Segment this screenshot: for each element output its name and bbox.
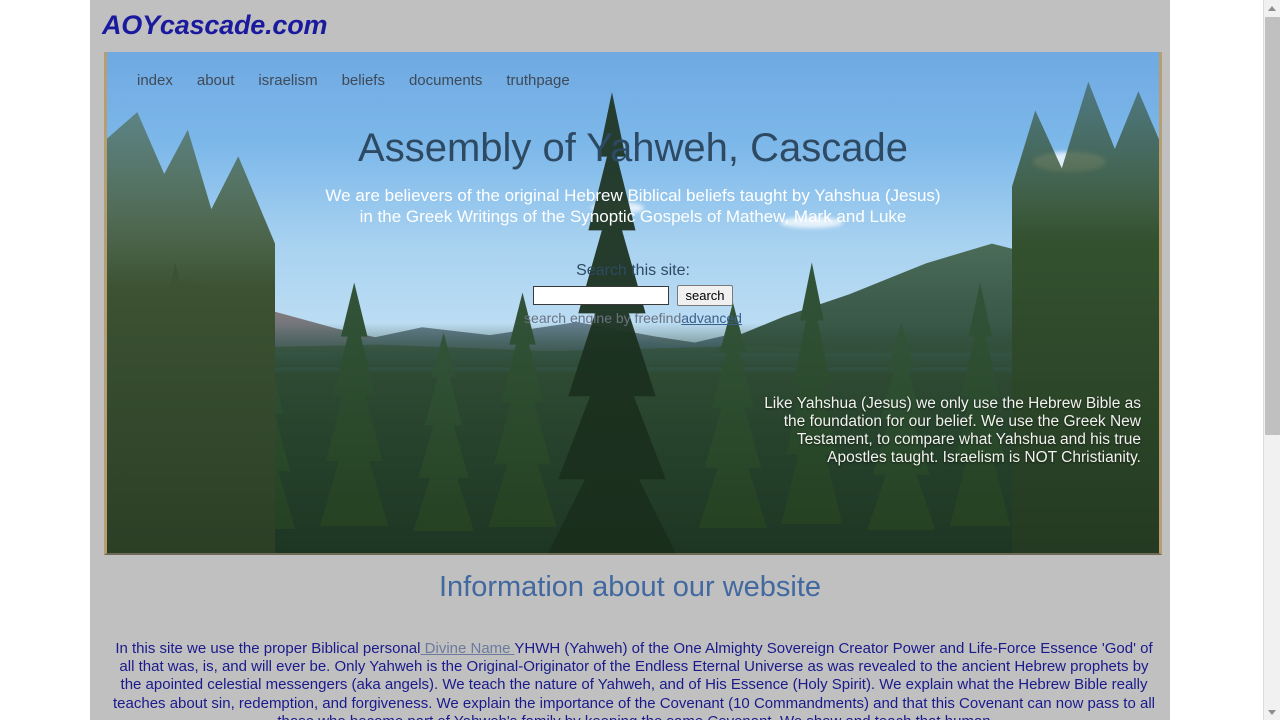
browser-viewport: AOYcascade.com index about israelism bel… (0, 0, 1280, 720)
nav-item-beliefs[interactable]: beliefs (342, 72, 409, 89)
nav-item-index[interactable]: index (121, 72, 197, 89)
vertical-scrollbar[interactable] (1263, 0, 1280, 720)
nav-item-about[interactable]: about (197, 72, 259, 89)
hero-banner: index about israelism beliefs documents … (104, 52, 1162, 555)
search-label: Search this site: (576, 262, 690, 279)
scroll-up-button[interactable] (1264, 0, 1280, 16)
divine-name-link[interactable]: Divine Name (420, 640, 514, 657)
main-navigation: index about israelism beliefs documents … (121, 72, 594, 89)
search-button[interactable]: search (677, 285, 733, 306)
triangle-down-icon (1268, 709, 1276, 715)
hero-title: Assembly of Yahweh, Cascade (358, 126, 908, 170)
nav-item-israelism[interactable]: israelism (258, 72, 341, 89)
hero-subtitle-line-2: in the Greek Writings of the Synoptic Go… (359, 207, 907, 226)
advanced-search-link[interactable]: advanced (681, 310, 742, 326)
info-heading: Information about our website (438, 571, 822, 603)
search-credit: search engine by freefindadvanced (107, 310, 1159, 326)
triangle-up-icon (1268, 5, 1276, 11)
info-paragraph-part-1: In this site we use the proper Biblical … (115, 640, 421, 657)
search-credit-text: search engine by freefind (524, 310, 682, 326)
site-search: Search this site: search search engine b… (107, 262, 1159, 326)
nav-item-documents[interactable]: documents (409, 72, 506, 89)
hero-subtitle: We are believers of the original Hebrew … (107, 185, 1159, 227)
search-input[interactable] (533, 286, 670, 305)
nav-item-truthpage[interactable]: truthpage (506, 72, 593, 89)
page-content: AOYcascade.com index about israelism bel… (90, 0, 1170, 720)
search-row: search (533, 285, 733, 306)
info-paragraph: In this site we use the proper Biblical … (108, 640, 1160, 720)
hero-statement: Like Yahshua (Jesus) we only use the Heb… (764, 395, 1141, 466)
scroll-down-button[interactable] (1264, 704, 1280, 720)
hero-subtitle-line-1: We are believers of the original Hebrew … (325, 186, 941, 205)
scrollbar-thumb[interactable] (1265, 17, 1280, 435)
site-logo: AOYcascade.com (102, 10, 328, 40)
